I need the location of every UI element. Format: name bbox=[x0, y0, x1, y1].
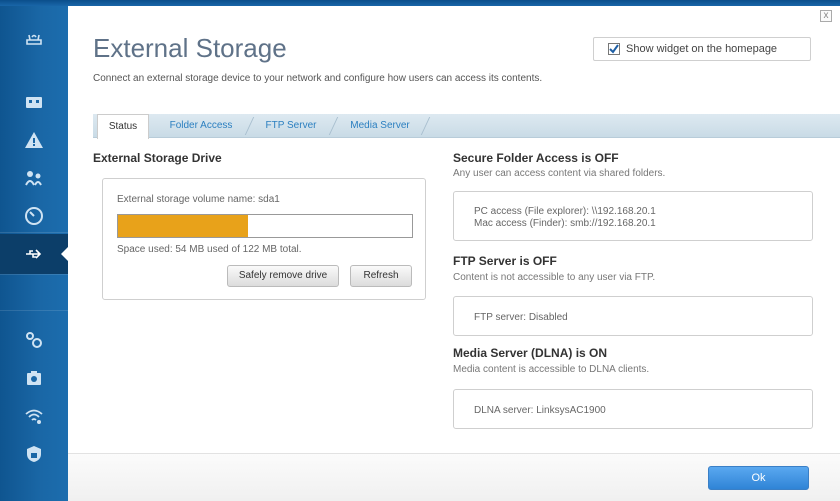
tab-media-server[interactable]: Media Server bbox=[337, 114, 423, 138]
ftp-heading: FTP Server is OFF bbox=[453, 254, 557, 268]
page-subtitle: Connect an external storage device to yo… bbox=[93, 73, 543, 84]
tab-folder-access[interactable]: Folder Access bbox=[157, 114, 245, 138]
ftp-box: FTP server: Disabled bbox=[453, 296, 813, 336]
show-widget-checkbox[interactable] bbox=[608, 43, 620, 55]
network-map-alert-icon bbox=[25, 132, 43, 148]
tab-status[interactable]: Status bbox=[97, 114, 149, 139]
storage-usage-bar bbox=[117, 214, 413, 238]
wireless-icon bbox=[25, 409, 43, 424]
space-used-text: Space used: 54 MB used of 122 MB total. bbox=[117, 244, 302, 255]
show-widget-label: Show widget on the homepage bbox=[626, 43, 778, 55]
folder-access-box: PC access (File explorer): \\192.168.20.… bbox=[453, 191, 813, 241]
safely-remove-drive-button[interactable]: Safely remove drive bbox=[227, 265, 339, 287]
footer-bar: Ok bbox=[68, 453, 840, 501]
speed-test-icon bbox=[25, 207, 43, 225]
volume-name: External storage volume name: sda1 bbox=[117, 194, 280, 205]
sidebar-item-wireless[interactable] bbox=[0, 396, 68, 436]
sidebar-item-external-storage[interactable] bbox=[0, 234, 69, 274]
ok-button[interactable]: Ok bbox=[708, 466, 809, 490]
storage-usage-fill bbox=[118, 215, 249, 237]
media-server-heading: Media Server (DLNA) is ON bbox=[453, 346, 608, 360]
security-icon bbox=[27, 446, 41, 462]
sidebar bbox=[0, 6, 69, 501]
mac-access-text: Mac access (Finder): smb://192.168.20.1 bbox=[474, 218, 656, 229]
device-list-icon bbox=[26, 97, 42, 108]
drive-box: External storage volume name: sda1 Space… bbox=[102, 178, 426, 300]
usb-storage-icon bbox=[26, 249, 42, 259]
sidebar-item-speed[interactable] bbox=[0, 196, 68, 236]
secure-folder-heading: Secure Folder Access is OFF bbox=[453, 151, 619, 165]
secure-folder-desc: Any user can access content via shared f… bbox=[453, 168, 666, 179]
sidebar-item-security[interactable] bbox=[0, 434, 68, 474]
dlna-status-text: DLNA server: LinksysAC1900 bbox=[474, 405, 606, 416]
sidebar-item-connectivity[interactable] bbox=[0, 320, 68, 360]
router-icon bbox=[26, 34, 42, 45]
parental-controls-icon bbox=[25, 171, 42, 186]
page-title: External Storage bbox=[93, 33, 287, 63]
tab-bar: Status Folder Access FTP Server Media Se… bbox=[93, 114, 840, 139]
refresh-button[interactable]: Refresh bbox=[350, 265, 412, 287]
troubleshooting-icon bbox=[27, 371, 41, 385]
sidebar-item-troubleshooting[interactable] bbox=[0, 358, 68, 398]
external-storage-panel: x External Storage Connect an external s… bbox=[68, 6, 840, 501]
media-server-box: DLNA server: LinksysAC1900 bbox=[453, 389, 813, 429]
sidebar-item-network-map[interactable] bbox=[0, 120, 68, 160]
sidebar-item-parental[interactable] bbox=[0, 158, 68, 198]
sidebar-item-router[interactable] bbox=[0, 18, 68, 58]
media-server-desc: Media content is accessible to DLNA clie… bbox=[453, 364, 650, 375]
show-widget-toggle[interactable]: Show widget on the homepage bbox=[593, 37, 811, 61]
close-icon[interactable]: x bbox=[820, 10, 832, 22]
sidebar-item-devices[interactable] bbox=[0, 82, 68, 122]
pc-access-text: PC access (File explorer): \\192.168.20.… bbox=[474, 206, 656, 217]
checkmark-icon bbox=[609, 44, 619, 54]
tab-ftp-server[interactable]: FTP Server bbox=[253, 114, 329, 138]
ftp-status-text: FTP server: Disabled bbox=[474, 312, 568, 323]
drive-heading: External Storage Drive bbox=[93, 151, 222, 165]
connectivity-settings-icon bbox=[26, 332, 42, 348]
ftp-desc: Content is not accessible to any user vi… bbox=[453, 272, 656, 283]
